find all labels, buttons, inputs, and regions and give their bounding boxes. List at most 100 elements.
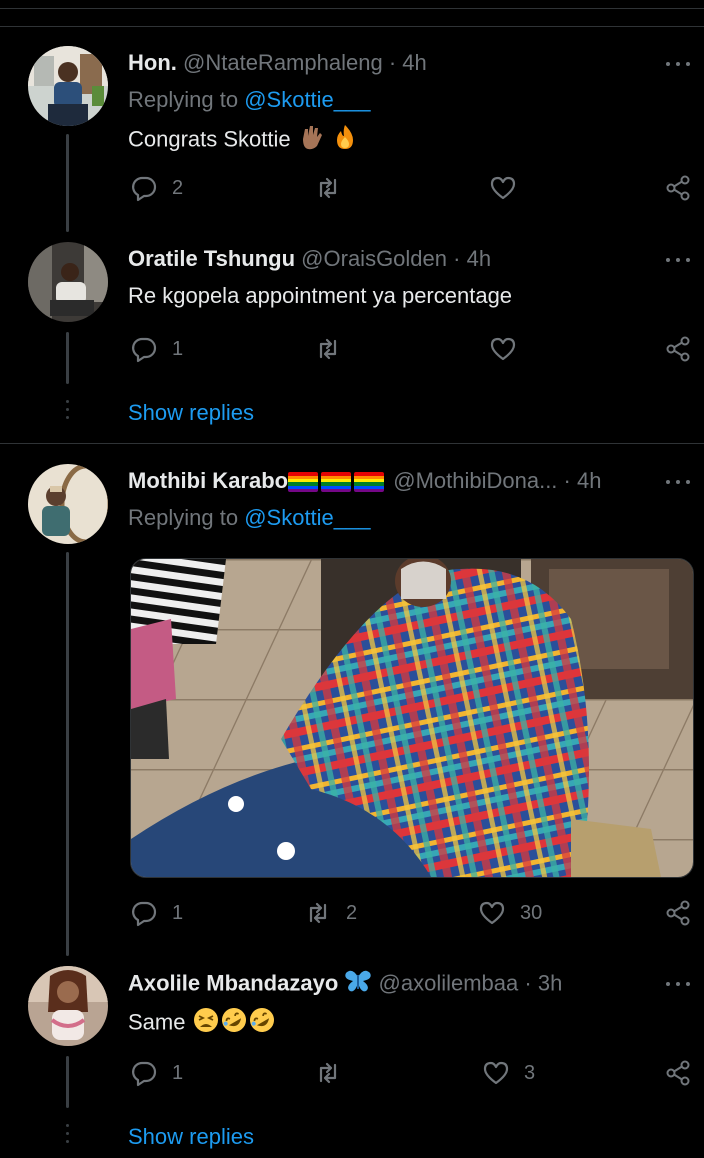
display-name[interactable]: Oratile Tshungu [128,246,295,271]
top-divider [0,8,704,9]
separator: · [388,50,397,75]
separator: · [453,246,461,271]
reply-icon [132,1061,157,1087]
share-icon [666,175,690,201]
show-replies-link[interactable]: Show replies [128,1123,254,1151]
reply-count: 1 [172,337,184,360]
rofl-icon [248,1006,276,1041]
like-count: 30 [520,901,543,924]
share-button[interactable] [664,897,692,929]
tweet-header: Hon. @NtateRamphaleng · 4h [128,49,427,77]
retweet-button[interactable] [314,1057,356,1089]
fire-icon [331,123,359,158]
tweet-text-content: Congrats Skottie [128,126,291,152]
avatar[interactable] [28,966,108,1046]
thread-line [66,134,69,232]
user-handle[interactable]: @axolilembaa [379,970,519,995]
rainbow-flag-icon [288,472,319,493]
like-button[interactable] [489,172,531,204]
raised-hand-icon [297,123,325,158]
user-handle[interactable]: @OraisGolden [301,246,447,271]
avatar[interactable] [28,464,108,544]
replying-prefix: Replying to [128,87,239,112]
replying-prefix: Replying to [128,505,239,530]
show-replies-link[interactable]: Show replies [128,399,254,427]
rainbow-flag-icon [321,472,352,493]
thread-dots [66,1124,69,1148]
replying-to-link[interactable]: @Skottie___ [244,87,370,112]
separator: · [563,468,571,493]
like-button[interactable]: 30 [478,897,542,929]
display-name[interactable]: Axolile Mbandazayo [128,970,338,995]
tweet-header: Oratile Tshungu @OraisGolden · 4h [128,245,491,273]
like-count: 3 [524,1061,536,1084]
reply-icon [132,337,157,363]
tweet-header: Mothibi Karabo @MothibiDona... · 4h [128,467,601,495]
rainbow-flag-icons [288,468,387,493]
display-name[interactable]: Hon. [128,50,177,75]
reply-button[interactable]: 2 [130,172,183,204]
timestamp[interactable]: 4h [402,50,426,75]
retweet-button[interactable] [314,172,356,204]
user-handle[interactable]: @MothibiDona... [393,468,557,493]
thread-divider [0,443,704,444]
top-divider-2 [0,26,704,27]
timestamp[interactable]: 3h [538,970,562,995]
reply-button[interactable]: 1 [130,333,183,365]
heart-icon [490,337,516,361]
reply-button[interactable]: 1 [130,1057,183,1089]
tweet-text: Congrats Skottie [128,123,359,158]
share-icon [666,1060,690,1086]
reply-count: 1 [172,901,184,924]
share-button[interactable] [664,333,692,365]
retweet-icon [319,177,337,199]
share-button[interactable] [664,1057,692,1089]
retweet-icon [309,902,327,924]
like-button[interactable] [489,333,531,365]
rofl-icon [220,1006,248,1041]
reply-button[interactable]: 1 [130,897,183,929]
reply-count: 1 [172,1061,184,1084]
rainbow-flag-icon [354,472,385,493]
tweet-text: Same [128,1006,276,1041]
avatar[interactable] [28,242,108,322]
reply-icon [132,901,157,927]
retweet-icon [319,338,337,360]
retweet-button[interactable] [314,333,356,365]
user-handle[interactable]: @NtateRamphaleng [183,50,383,75]
retweet-count: 2 [346,901,358,924]
thread-dots [66,400,69,424]
thread-line [66,552,69,956]
thread-line [66,332,69,384]
share-icon [666,336,690,362]
thread-line [66,1056,69,1108]
more-options-icon[interactable] [664,54,692,74]
retweet-icon [319,1062,337,1084]
more-options-icon[interactable] [664,472,692,492]
heart-icon [490,176,516,200]
like-button[interactable]: 3 [482,1057,535,1089]
share-icon [666,900,690,926]
replying-to-link[interactable]: @Skottie___ [244,505,370,530]
avatar[interactable] [28,46,108,126]
reply-icon [132,176,157,202]
timestamp[interactable]: 4h [467,246,491,271]
more-options-icon[interactable] [664,974,692,994]
tweet-text-content: Same [128,1009,186,1035]
timestamp[interactable]: 4h [577,468,601,493]
butterfly-icon [344,969,372,1000]
display-name[interactable]: Mothibi Karabo [128,468,288,493]
tweet-text: Re kgopela appointment ya percentage [128,283,513,308]
heart-icon [479,901,505,925]
replying-to: Replying to @Skottie___ [128,504,371,532]
share-button[interactable] [664,172,692,204]
separator: · [524,970,532,996]
tired-face-icon [192,1006,220,1041]
heart-icon [483,1061,509,1085]
replying-to: Replying to @Skottie___ [128,86,371,114]
retweet-button[interactable]: 2 [304,897,357,929]
more-options-icon[interactable] [664,250,692,270]
reply-count: 2 [172,176,184,199]
tweet-header: Axolile Mbandazayo @axolilembaa · 3h [128,969,562,1000]
tweet-photo[interactable] [130,558,694,878]
